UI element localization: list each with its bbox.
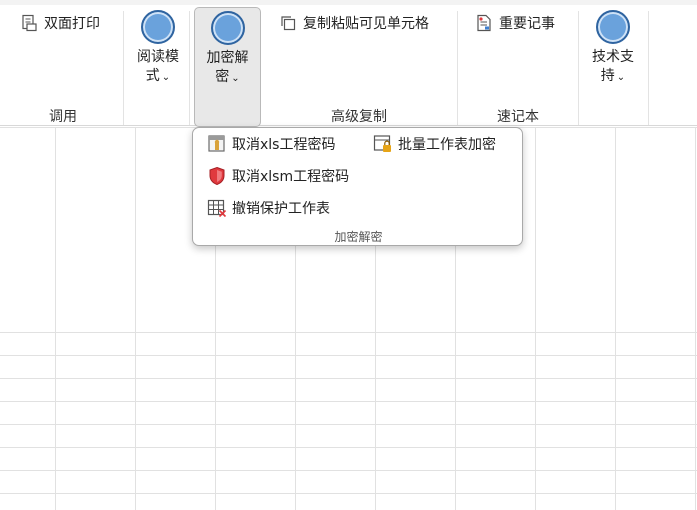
grid-row-line bbox=[0, 493, 697, 494]
grid-row-line bbox=[0, 355, 697, 356]
group-label-tiaoyong: 调用 bbox=[49, 109, 77, 125]
grid-row-line bbox=[0, 447, 697, 448]
duplex-print-label: 双面打印 bbox=[44, 16, 100, 32]
menu-item-label: 取消xlsm工程密码 bbox=[232, 169, 350, 185]
reading-mode-label-text: 式 bbox=[145, 68, 160, 84]
ribbon-separator bbox=[189, 11, 190, 125]
app-window: 双面打印 调用 阅读模 式 ⌄ 加密解 密 ⌄ 复制粘贴可见单元格 高级复制 重… bbox=[0, 0, 697, 510]
menu-item-label: 撤销保护工作表 bbox=[232, 201, 330, 217]
grid-row-line bbox=[0, 378, 697, 379]
ribbon-separator bbox=[457, 11, 458, 125]
encrypt-decrypt-label-line2: 密 ⌄ bbox=[215, 68, 239, 88]
grid-column-line bbox=[535, 127, 536, 510]
print-document-icon bbox=[20, 14, 38, 32]
reading-mode-icon bbox=[141, 10, 175, 44]
grid-row-line bbox=[0, 401, 697, 402]
red-shield-icon bbox=[207, 166, 227, 186]
vba-project-icon bbox=[207, 134, 227, 154]
group-label-advanced-copy: 高级复制 bbox=[331, 109, 387, 125]
tech-support-button[interactable]: 技术支 持 ⌄ bbox=[586, 7, 640, 87]
copy-icon bbox=[279, 14, 297, 32]
chevron-down-icon: ⌄ bbox=[231, 73, 240, 84]
grid-column-line bbox=[55, 127, 56, 510]
menu-item-remove-xls-password[interactable]: 取消xls工程密码 bbox=[207, 131, 335, 157]
copy-paste-visible-cells-label: 复制粘贴可见单元格 bbox=[303, 16, 429, 32]
grid-column-line bbox=[135, 127, 136, 510]
chevron-down-icon: ⌄ bbox=[616, 72, 626, 83]
reading-mode-label-line2: 式 ⌄ bbox=[146, 67, 170, 87]
tech-support-label-line1: 技术支 bbox=[592, 49, 634, 65]
menu-item-unprotect-sheet[interactable]: 撤销保护工作表 bbox=[207, 195, 330, 221]
grid-column-line bbox=[695, 127, 696, 510]
encrypt-decrypt-icon bbox=[210, 11, 245, 45]
menu-item-label: 批量工作表加密 bbox=[398, 137, 496, 153]
grid-column-line bbox=[615, 127, 616, 510]
important-notes-label: 重要记事 bbox=[499, 16, 555, 32]
encrypt-decrypt-dropdown: 取消xls工程密码 批量工作表加密 取消xlsm工程密码 撤销保护工作表 加密解… bbox=[192, 127, 523, 246]
grid-row-line bbox=[0, 470, 697, 471]
sheet-lock-icon bbox=[373, 134, 393, 154]
important-notes-button[interactable]: 重要记事 bbox=[475, 12, 555, 34]
group-label-notebook: 速记本 bbox=[497, 109, 539, 125]
tech-support-label-text: 持 bbox=[600, 68, 615, 84]
notes-icon bbox=[475, 14, 493, 32]
grid-row-line bbox=[0, 332, 697, 333]
duplex-print-button[interactable]: 双面打印 bbox=[20, 12, 100, 34]
ribbon: 双面打印 调用 阅读模 式 ⌄ 加密解 密 ⌄ 复制粘贴可见单元格 高级复制 重… bbox=[0, 5, 697, 127]
menu-item-label: 取消xls工程密码 bbox=[232, 137, 336, 153]
tech-support-icon bbox=[596, 10, 630, 44]
copy-paste-visible-cells-button[interactable]: 复制粘贴可见单元格 bbox=[279, 12, 429, 34]
reading-mode-label-line1: 阅读模 bbox=[137, 49, 179, 65]
menu-item-batch-sheet-encrypt[interactable]: 批量工作表加密 bbox=[373, 131, 496, 157]
encrypt-decrypt-label-text: 密 bbox=[215, 69, 230, 85]
reading-mode-button[interactable]: 阅读模 式 ⌄ bbox=[132, 7, 184, 87]
menu-item-remove-xlsm-password[interactable]: 取消xlsm工程密码 bbox=[207, 163, 349, 189]
ribbon-separator bbox=[578, 11, 579, 125]
ribbon-separator bbox=[648, 11, 649, 125]
tech-support-label-line2: 持 ⌄ bbox=[601, 67, 625, 87]
encrypt-decrypt-button[interactable]: 加密解 密 ⌄ bbox=[194, 7, 261, 127]
chevron-down-icon: ⌄ bbox=[161, 72, 171, 83]
ribbon-separator bbox=[123, 11, 124, 125]
encrypt-decrypt-label-line1: 加密解 bbox=[206, 50, 249, 66]
dropdown-group-label: 加密解密 bbox=[334, 230, 383, 244]
grid-row-line bbox=[0, 424, 697, 425]
unprotect-sheet-icon bbox=[207, 198, 227, 218]
